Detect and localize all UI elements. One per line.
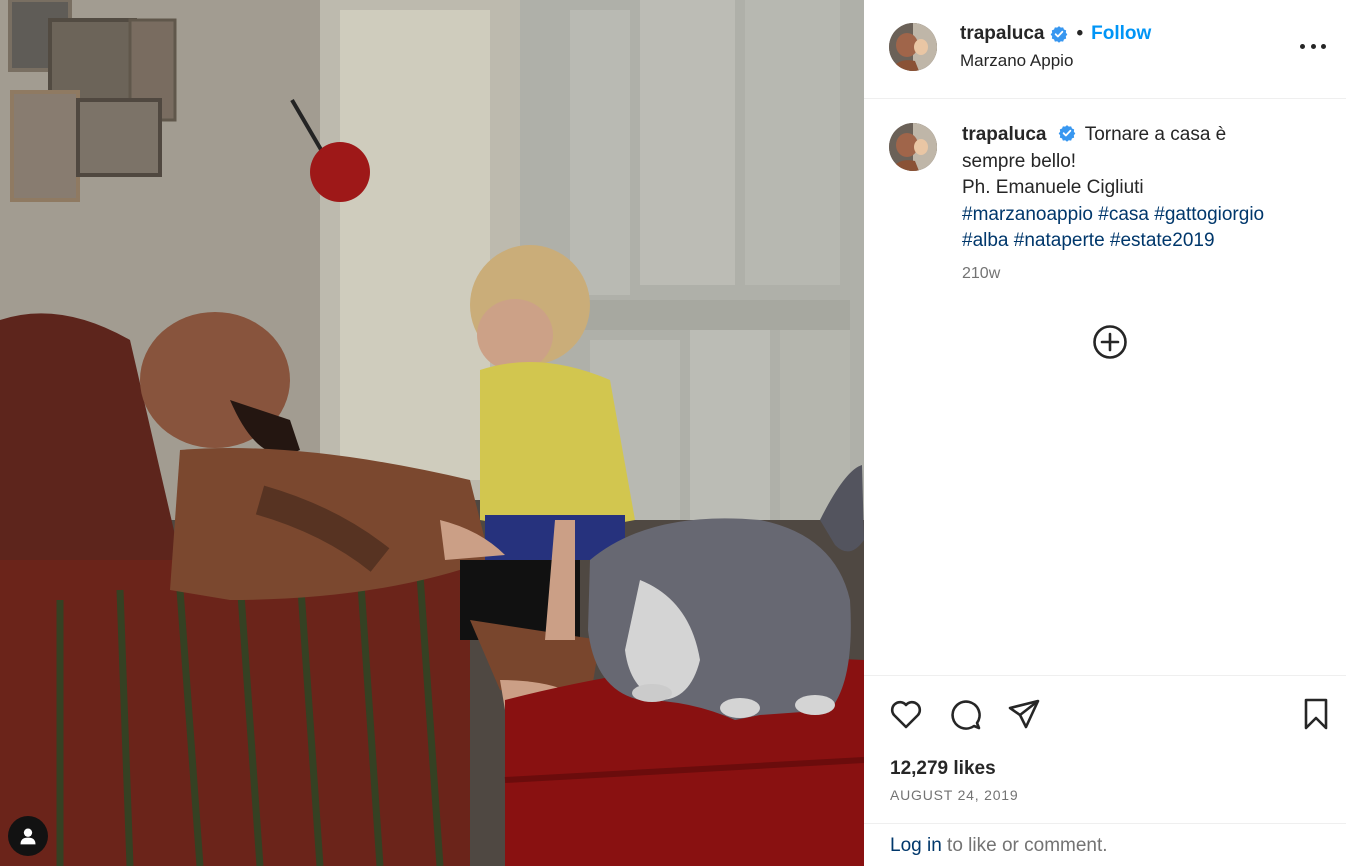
heart-icon: [890, 700, 922, 729]
login-prompt: Log in to like or comment.: [890, 835, 1108, 857]
comment-icon: [951, 700, 981, 730]
caption-text-line2: sempre bello!: [962, 150, 1077, 172]
author-avatar[interactable]: [889, 23, 937, 71]
caption-username[interactable]: trapaluca: [962, 124, 1046, 145]
caption-text-line1: Tornare a casa è: [1084, 124, 1227, 145]
hashtag-link[interactable]: #alba: [962, 230, 1009, 251]
hashtag-link[interactable]: #marzanoappio: [962, 204, 1093, 225]
post-caption: trapaluca Tornare a casa è sempre bello!…: [962, 122, 1322, 255]
author-avatar-image: [889, 23, 937, 71]
separator-dot: •: [1076, 23, 1084, 44]
verified-badge-icon: [1058, 124, 1076, 142]
author-line: trapaluca • Follow: [960, 22, 1151, 46]
user-tag-button[interactable]: [8, 816, 48, 856]
share-icon: [1008, 699, 1040, 729]
hashtag-link[interactable]: #nataperte: [1014, 230, 1105, 251]
post-location[interactable]: Marzano Appio: [960, 51, 1073, 71]
follow-button[interactable]: Follow: [1091, 23, 1151, 45]
hashtag-link[interactable]: #gattogiorgio: [1154, 204, 1264, 225]
plus-circle-icon: [1093, 325, 1127, 359]
hashtag-link[interactable]: #casa: [1098, 204, 1149, 225]
verified-badge-icon: [1050, 25, 1068, 43]
hashtag-row: #marzanoappio #casa #gattogiorgio: [962, 202, 1322, 229]
more-options-icon[interactable]: [1300, 34, 1326, 58]
comment-button[interactable]: [947, 696, 983, 732]
caption-avatar-image: [889, 123, 937, 171]
user-icon: [20, 828, 36, 845]
like-button[interactable]: [888, 696, 924, 732]
hashtag-row: #alba #nataperte #estate2019: [962, 228, 1322, 255]
load-more-comments-button[interactable]: [1092, 324, 1128, 360]
author-username[interactable]: trapaluca: [960, 23, 1044, 45]
post-header: trapaluca • Follow Marzano Appio: [864, 0, 1346, 99]
post-panel: trapaluca • Follow Marzano Appio trapalu…: [864, 0, 1346, 866]
hashtag-link[interactable]: #estate2019: [1110, 230, 1215, 251]
action-bar: [864, 675, 1346, 757]
login-bar: Log in to like or comment.: [864, 823, 1346, 866]
login-link[interactable]: Log in: [890, 835, 942, 856]
likes-count[interactable]: 12,279 likes: [890, 758, 996, 780]
save-button[interactable]: [1298, 696, 1334, 732]
caption-avatar[interactable]: [889, 123, 937, 171]
caption-text-line3: Ph. Emanuele Cigliuti: [962, 177, 1144, 198]
bookmark-icon: [1304, 698, 1328, 730]
login-prompt-text: to like or comment.: [941, 835, 1108, 856]
post-date[interactable]: AUGUST 24, 2019: [890, 787, 1018, 803]
share-button[interactable]: [1006, 696, 1042, 732]
post-photo[interactable]: [0, 0, 864, 866]
post-photo-image: [0, 0, 864, 866]
caption-time-ago[interactable]: 210w: [962, 265, 1000, 283]
